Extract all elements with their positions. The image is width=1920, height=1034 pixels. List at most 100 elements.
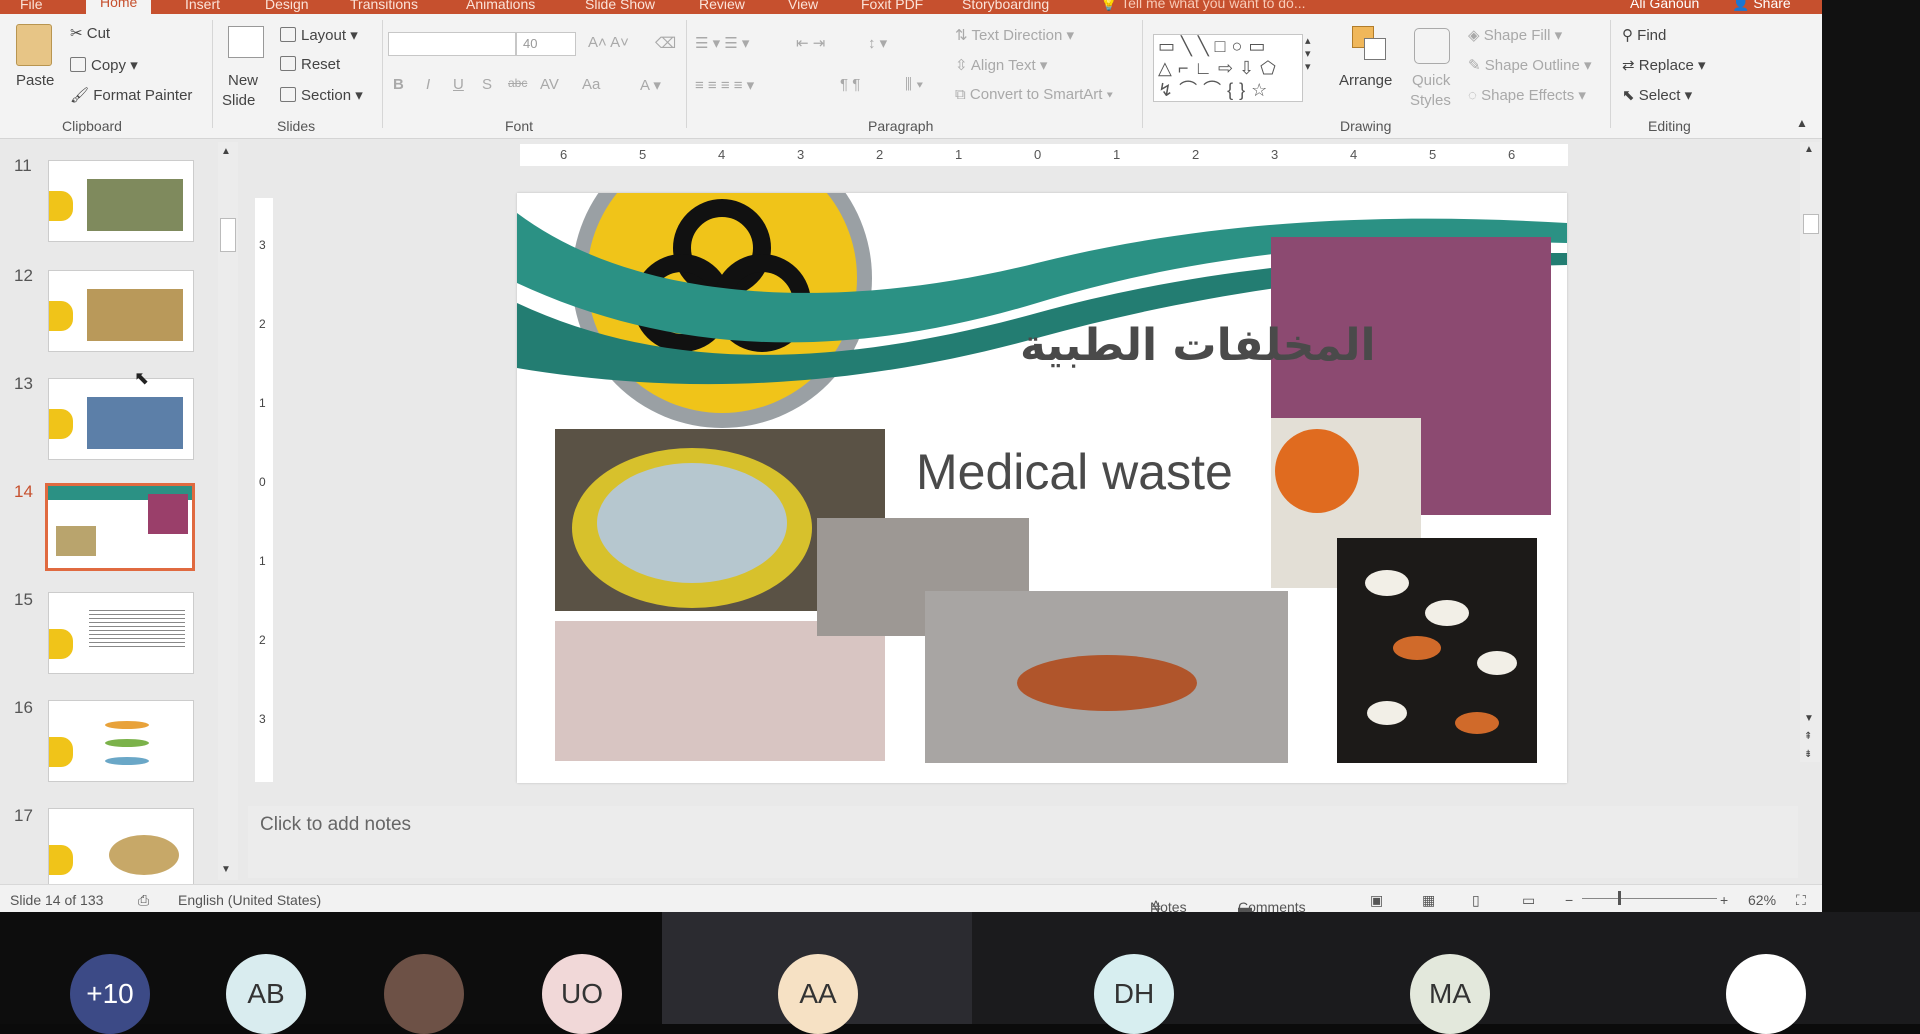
participant-avatar[interactable]: AA	[778, 954, 858, 1034]
shape-outline-button[interactable]: ✎ Shape Outline ▾	[1468, 56, 1592, 74]
new-slide-button-line2[interactable]: Slide	[222, 92, 255, 109]
slide-title-english[interactable]: Medical waste	[916, 443, 1233, 501]
lightbulb-icon: 💡	[1100, 0, 1122, 11]
participant-avatar[interactable]: +10	[70, 954, 150, 1034]
tab-view[interactable]: View	[788, 0, 818, 12]
columns-icon[interactable]: ⫼ ▾	[905, 76, 923, 93]
reset-button[interactable]: Reset	[280, 56, 340, 73]
tab-storyboarding[interactable]: Storyboarding	[962, 0, 1049, 12]
quick-styles-button[interactable]: Quick	[1412, 72, 1450, 89]
tab-foxit-pdf[interactable]: Foxit PDF	[861, 0, 923, 12]
font-color-button[interactable]: A ▾	[640, 76, 661, 94]
layout-button[interactable]: Layout ▾	[280, 26, 358, 44]
user-name[interactable]: Ali Ganoun	[1630, 0, 1699, 11]
line-spacing-icon[interactable]: ↕ ▾	[868, 34, 887, 52]
align-text-icon: ⇳	[955, 57, 971, 74]
text-direction-label: Text Direction	[971, 27, 1063, 44]
participant-avatar[interactable]	[384, 954, 464, 1034]
slide-thumbnail-15[interactable]	[48, 592, 194, 674]
slide-thumbnail-16[interactable]	[48, 700, 194, 782]
normal-view-icon[interactable]: ▣	[1370, 892, 1383, 909]
char-spacing-button[interactable]: AV	[540, 76, 559, 93]
fit-to-window-icon[interactable]: ⛶	[1796, 892, 1806, 909]
arrange-button[interactable]: Arrange	[1339, 72, 1392, 89]
slide-thumbnail-17[interactable]	[48, 808, 194, 885]
tab-transitions[interactable]: Transitions	[350, 0, 418, 12]
shapes-gallery[interactable]: ▭╲╲□○▭ △⌐∟⇨⇩⬠ ↯⌒⌒{}☆	[1153, 34, 1303, 102]
slide-title-arabic[interactable]: المخلفات الطبية	[1020, 320, 1380, 371]
zoom-slider-thumb[interactable]	[1618, 891, 1621, 905]
thumbnails-scrollbar[interactable]: ▲ ▼	[218, 142, 238, 880]
tab-home[interactable]: Home	[86, 0, 152, 14]
align-text-button[interactable]: ⇳ Align Text ▾	[955, 56, 1047, 74]
shape-fill-label: Shape Fill	[1483, 27, 1551, 44]
ruler-mark: 2	[259, 317, 266, 331]
participant-avatar[interactable]: DH	[1094, 954, 1174, 1034]
share-button[interactable]: 👤 Share	[1732, 0, 1791, 12]
section-button[interactable]: Section ▾	[280, 86, 363, 104]
slide-thumbnail-13[interactable]	[48, 378, 194, 460]
replace-button[interactable]: ⇄ Replace ▾	[1622, 56, 1706, 74]
slide-thumbnail-12[interactable]	[48, 270, 194, 352]
zoom-in-button[interactable]: +	[1720, 892, 1728, 908]
tab-file[interactable]: File	[20, 0, 43, 12]
cut-button[interactable]: ✂ Cut	[70, 24, 110, 42]
find-button[interactable]: ⚲ Find	[1622, 26, 1666, 44]
slide-sorter-icon[interactable]: ▦	[1422, 892, 1435, 909]
participant-avatar[interactable]	[1726, 954, 1806, 1034]
separator	[382, 20, 383, 128]
underline-button[interactable]: U	[453, 76, 464, 93]
italic-button[interactable]: I	[426, 76, 430, 93]
slide-thumbnail-11[interactable]	[48, 160, 194, 242]
shadow-button[interactable]: S	[482, 76, 492, 93]
bullets-icon[interactable]: ☰ ▾ ☰ ▾	[695, 34, 749, 52]
shape-fill-button[interactable]: ◈ Shape Fill ▾	[1468, 26, 1562, 44]
tab-review[interactable]: Review	[699, 0, 745, 12]
ruler-mark: 1	[1113, 147, 1121, 162]
zoom-slider[interactable]	[1582, 898, 1717, 899]
paste-button[interactable]: Paste	[16, 72, 54, 89]
text-direction-button[interactable]: ⇅ Text Direction ▾	[955, 26, 1074, 44]
tab-insert[interactable]: Insert	[185, 0, 220, 12]
align-icons[interactable]: ≡ ≡ ≡ ≡ ▾	[695, 76, 754, 94]
language-indicator[interactable]: English (United States)	[178, 892, 321, 908]
clear-format-icon[interactable]: ⌫	[655, 34, 676, 52]
slide-thumbnail-14[interactable]	[45, 483, 195, 571]
reading-view-icon[interactable]: ▯	[1472, 892, 1480, 909]
format-painter-button[interactable]: 🖌 Format Painter	[70, 86, 192, 104]
grow-font-icon[interactable]: A˄ A˅	[588, 34, 629, 51]
tell-me-box[interactable]: 💡 Tell me what you want to do...	[1100, 0, 1306, 12]
slide-scrollbar[interactable]: ▲ ▼ ⇞ ⇟	[1800, 142, 1820, 762]
notes-pane[interactable]: Click to add notes	[248, 806, 1798, 878]
gallery-scroll-icon[interactable]: ▴ ▾ ▾	[1305, 34, 1311, 73]
thumb-number: 17	[14, 806, 33, 825]
font-name-combo[interactable]	[388, 32, 516, 56]
participant-avatar[interactable]: MA	[1410, 954, 1490, 1034]
ruler-mark: 2	[876, 147, 884, 162]
font-size-combo[interactable]: 40	[516, 32, 576, 56]
participant-avatar[interactable]: UO	[542, 954, 622, 1034]
slideshow-icon[interactable]: ▭	[1522, 892, 1535, 909]
indent-icon[interactable]: ⇤ ⇥	[796, 34, 825, 52]
tab-design[interactable]: Design	[265, 0, 309, 12]
change-case-button[interactable]: Aa	[582, 76, 600, 93]
shape-effects-button[interactable]: ◌ Shape Effects ▾	[1468, 86, 1586, 104]
quick-styles-button-line2[interactable]: Styles	[1410, 92, 1451, 109]
zoom-level[interactable]: 62%	[1748, 892, 1776, 908]
new-slide-button[interactable]: New	[228, 72, 258, 89]
convert-smartart-button[interactable]: ⧉ Convert to SmartArt ▾	[955, 86, 1113, 103]
copy-icon	[70, 57, 86, 72]
spellcheck-icon[interactable]: ⎙	[138, 892, 149, 909]
person-icon: 👤	[1732, 0, 1754, 11]
tab-animations[interactable]: Animations	[466, 0, 535, 12]
collapse-ribbon-icon[interactable]: ▲	[1796, 116, 1808, 130]
strikethrough-button[interactable]: abc	[508, 76, 527, 90]
group-label-paragraph: Paragraph	[868, 118, 934, 134]
tab-slide-show[interactable]: Slide Show	[585, 0, 655, 12]
text-direction-rtl-icon[interactable]: ¶ ¶	[840, 76, 860, 93]
copy-button[interactable]: Copy ▾	[70, 56, 138, 74]
zoom-out-button[interactable]: −	[1565, 892, 1573, 908]
select-button[interactable]: ⬉ Select ▾	[1622, 86, 1692, 104]
bold-button[interactable]: B	[393, 76, 404, 93]
participant-avatar[interactable]: AB	[226, 954, 306, 1034]
